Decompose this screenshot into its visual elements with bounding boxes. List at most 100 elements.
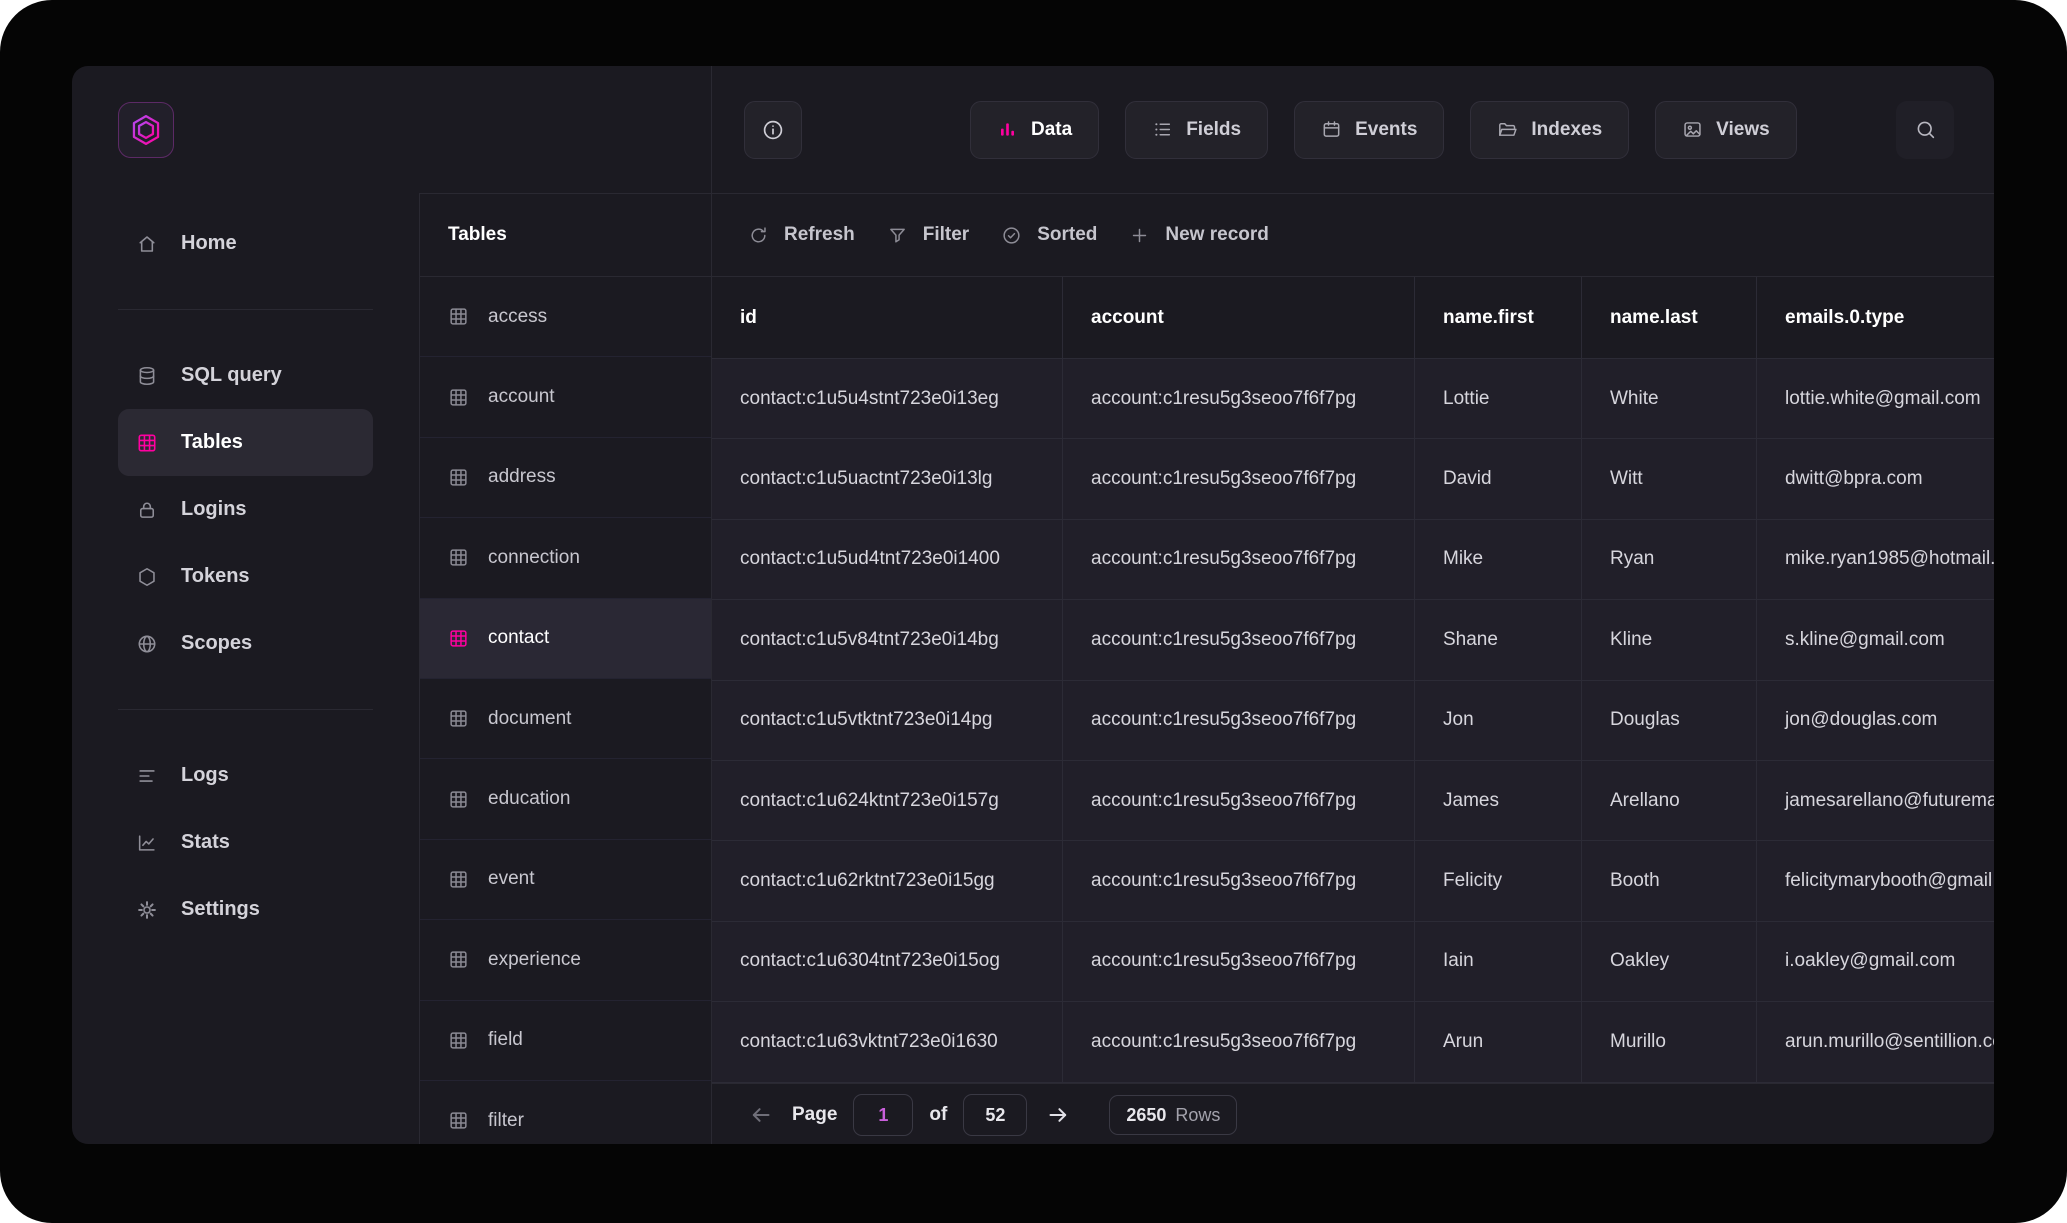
table-list-label: address: [488, 466, 556, 488]
divider: [118, 309, 373, 310]
tables-panel-header-spacer: [419, 66, 711, 194]
table-row[interactable]: contact:c1u6304tnt723e0i15og account:c1r…: [712, 922, 1994, 1002]
table-list-item-field[interactable]: field: [420, 1001, 711, 1081]
table-list-item-connection[interactable]: connection: [420, 518, 711, 598]
cell-id: contact:c1u62rktnt723e0i15gg: [712, 841, 1062, 920]
row-count-badge: 2650 Rows: [1109, 1095, 1237, 1135]
sidebar-item-stats[interactable]: Stats: [118, 809, 373, 876]
table-list-item-access[interactable]: access: [420, 277, 711, 357]
cell-last: Kline: [1581, 600, 1756, 679]
sorted-button[interactable]: Sorted: [1001, 224, 1097, 246]
table-list-item-event[interactable]: event: [420, 840, 711, 920]
table-row[interactable]: contact:c1u5vtktnt723e0i14pg account:c1r…: [712, 681, 1994, 761]
tab-indexes[interactable]: Indexes: [1470, 101, 1629, 159]
app-window: Data Fields Events In: [72, 66, 1994, 1144]
cell-id: contact:c1u5vtktnt723e0i14pg: [712, 681, 1062, 760]
cell-account: account:c1resu5g3seoo7f6f7pg: [1062, 600, 1414, 679]
cell-last: White: [1581, 359, 1756, 438]
column-header-account: account: [1062, 277, 1414, 358]
new-record-button[interactable]: New record: [1129, 224, 1268, 246]
sidebar-item-tables[interactable]: Tables: [118, 409, 373, 476]
surreal-hexagon-logo-icon: [129, 113, 163, 147]
page-label: Page: [792, 1104, 837, 1126]
cell-first: Iain: [1414, 922, 1581, 1001]
cell-last: Murillo: [1581, 1002, 1756, 1081]
of-label: of: [929, 1104, 947, 1126]
action-label: Filter: [923, 224, 969, 246]
pagination-bar: Page of 2650 Rows: [712, 1083, 1994, 1144]
image-icon: [1682, 119, 1703, 140]
tab-data[interactable]: Data: [970, 101, 1099, 159]
table-list-item-document[interactable]: document: [420, 679, 711, 759]
sidebar-item-scopes[interactable]: Scopes: [118, 610, 373, 677]
plus-icon: [1129, 225, 1150, 246]
info-button[interactable]: [744, 101, 802, 159]
column-header-id: id: [712, 277, 1062, 358]
refresh-button[interactable]: Refresh: [748, 224, 855, 246]
table-grid-icon: [136, 432, 158, 454]
hexagon-icon: [136, 566, 158, 588]
table-list-item-experience[interactable]: experience: [420, 920, 711, 1000]
tab-fields[interactable]: Fields: [1125, 101, 1268, 159]
tab-events[interactable]: Events: [1294, 101, 1444, 159]
funnel-icon: [887, 225, 908, 246]
table-list-label: field: [488, 1029, 523, 1051]
tab-label: Data: [1031, 119, 1072, 141]
sidebar-item-label: Logs: [181, 764, 229, 787]
total-pages-input[interactable]: [963, 1094, 1027, 1136]
cell-first: Shane: [1414, 600, 1581, 679]
table-list-item-filter[interactable]: filter: [420, 1081, 711, 1144]
cell-account: account:c1resu5g3seoo7f6f7pg: [1062, 359, 1414, 438]
sidebar-item-label: Scopes: [181, 632, 252, 655]
column-header-name-first: name.first: [1414, 277, 1581, 358]
cell-id: contact:c1u63vktnt723e0i1630: [712, 1002, 1062, 1081]
filter-button[interactable]: Filter: [887, 224, 969, 246]
divider: [118, 709, 373, 710]
previous-page-button[interactable]: [746, 1100, 776, 1130]
table-list-item-education[interactable]: education: [420, 759, 711, 839]
cell-last: Oakley: [1581, 922, 1756, 1001]
calendar-icon: [1321, 119, 1342, 140]
table-grid-icon: [448, 949, 469, 970]
table-row[interactable]: contact:c1u5v84tnt723e0i14bg account:c1r…: [712, 600, 1994, 680]
table-row[interactable]: contact:c1u624ktnt723e0i157g account:c1r…: [712, 761, 1994, 841]
record-action-bar: Refresh Filter Sorted New record: [712, 194, 1994, 277]
table-grid-icon: [448, 628, 469, 649]
table-row[interactable]: contact:c1u5u4stnt723e0i13eg account:c1r…: [712, 359, 1994, 439]
table-list-item-address[interactable]: address: [420, 438, 711, 518]
tab-views[interactable]: Views: [1655, 101, 1797, 159]
table-row[interactable]: contact:c1u62rktnt723e0i15gg account:c1r…: [712, 841, 1994, 921]
sidebar-item-home[interactable]: Home: [118, 210, 373, 277]
sidebar-item-label: Home: [181, 232, 237, 255]
table-grid-icon: [448, 789, 469, 810]
cell-id: contact:c1u6304tnt723e0i15og: [712, 922, 1062, 1001]
database-icon: [136, 365, 158, 387]
sidebar-item-sql-query[interactable]: SQL query: [118, 342, 373, 409]
sidebar-item-tokens[interactable]: Tokens: [118, 543, 373, 610]
table-grid-icon: [448, 1030, 469, 1051]
cell-first: Felicity: [1414, 841, 1581, 920]
cell-last: Arellano: [1581, 761, 1756, 840]
cell-account: account:c1resu5g3seoo7f6f7pg: [1062, 520, 1414, 599]
table-list-label: contact: [488, 627, 549, 649]
table-row[interactable]: contact:c1u63vktnt723e0i1630 account:c1r…: [712, 1002, 1994, 1082]
table-row[interactable]: contact:c1u5uactnt723e0i13lg account:c1r…: [712, 439, 1994, 519]
bar-chart-icon: [997, 119, 1018, 140]
sidebar-item-logins[interactable]: Logins: [118, 476, 373, 543]
next-page-button[interactable]: [1043, 1100, 1073, 1130]
table-list-item-contact[interactable]: contact: [420, 599, 711, 679]
cell-id: contact:c1u624ktnt723e0i157g: [712, 761, 1062, 840]
gear-icon: [136, 899, 158, 921]
sidebar-item-logs[interactable]: Logs: [118, 742, 373, 809]
table-grid-icon: [448, 547, 469, 568]
cell-id: contact:c1u5uactnt723e0i13lg: [712, 439, 1062, 518]
table-list-label: experience: [488, 949, 581, 971]
search-button[interactable]: [1896, 101, 1954, 159]
table-row[interactable]: contact:c1u5ud4tnt723e0i1400 account:c1r…: [712, 520, 1994, 600]
app-logo[interactable]: [118, 102, 174, 158]
page-number-input[interactable]: [853, 1094, 913, 1136]
sidebar-item-label: Logins: [181, 498, 247, 521]
table-list-item-account[interactable]: account: [420, 357, 711, 437]
sidebar-item-settings[interactable]: Settings: [118, 876, 373, 943]
cell-id: contact:c1u5v84tnt723e0i14bg: [712, 600, 1062, 679]
